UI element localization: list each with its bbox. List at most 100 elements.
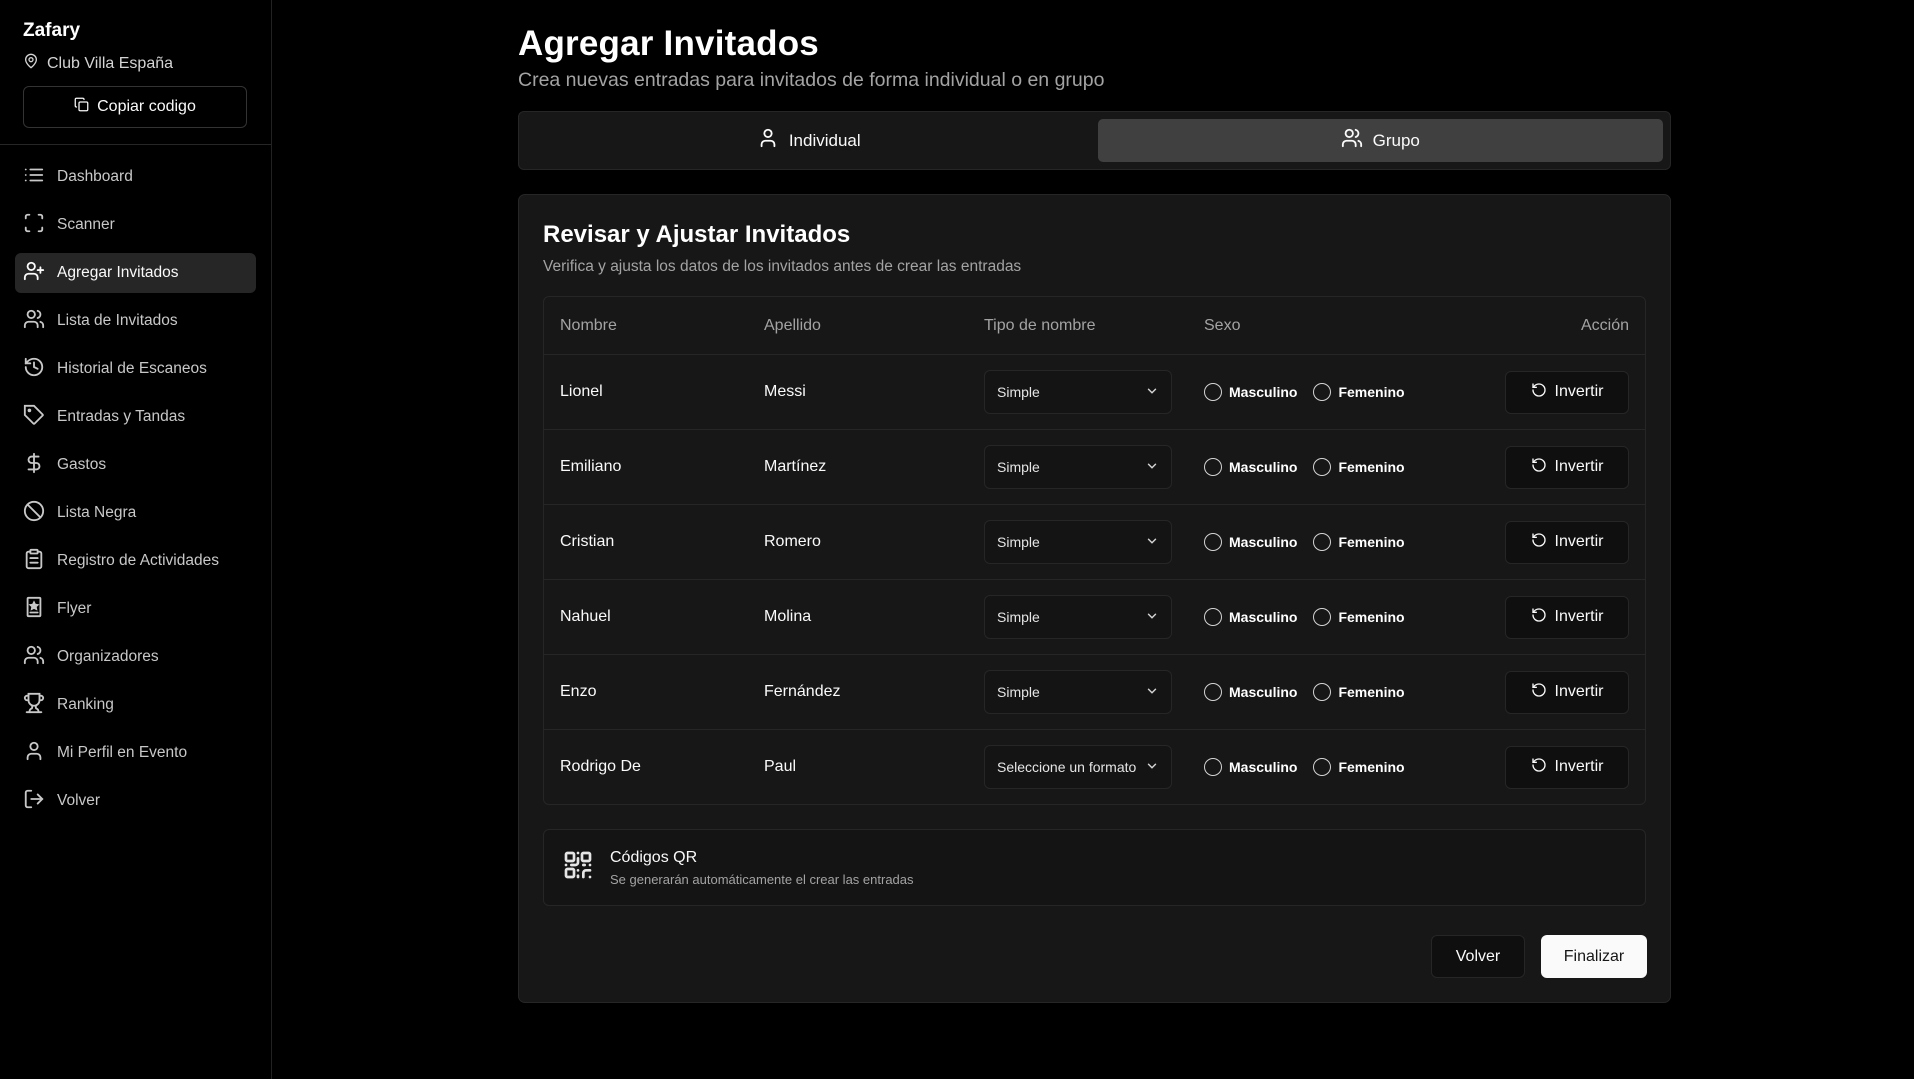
invert-label: Invertir	[1554, 608, 1604, 625]
sidebar: Zafary Club Villa España Copiar codigo D…	[0, 0, 272, 1079]
tab-grupo[interactable]: Grupo	[1097, 119, 1663, 162]
cell-tipo: Simple	[984, 445, 1204, 489]
sidebar-item-flyer[interactable]: Flyer	[15, 589, 256, 629]
cell-sexo: Masculino Femenino	[1204, 608, 1474, 626]
radio-circle[interactable]	[1204, 458, 1222, 476]
sidebar-item-volver[interactable]: Volver	[15, 781, 256, 821]
name-type-select[interactable]: Simple	[984, 595, 1172, 639]
cell-nombre: Rodrigo De	[560, 758, 641, 775]
column-header-tipo: Tipo de nombre	[984, 316, 1096, 334]
radio-label: Masculino	[1229, 384, 1298, 400]
invert-button[interactable]: Invertir	[1505, 445, 1629, 489]
name-type-select[interactable]: Simple	[984, 520, 1172, 564]
sidebar-item-entradas-tandas[interactable]: Entradas y Tandas	[15, 397, 256, 437]
invert-button[interactable]: Invertir	[1505, 745, 1629, 789]
radio-circle[interactable]	[1204, 683, 1222, 701]
sidebar-item-label: Historial de Escaneos	[57, 360, 207, 377]
name-type-select[interactable]: Simple	[984, 445, 1172, 489]
radio-circle[interactable]	[1204, 533, 1222, 551]
radio-femenino[interactable]: Femenino	[1313, 533, 1405, 551]
sidebar-item-registro-actividades[interactable]: Registro de Actividades	[15, 541, 256, 581]
sidebar-item-lista-invitados[interactable]: Lista de Invitados	[15, 301, 256, 341]
radio-circle[interactable]	[1313, 758, 1332, 776]
cell-apellido: Martínez	[764, 458, 827, 475]
rotate-ccw-icon	[1531, 607, 1547, 628]
invert-label: Invertir	[1554, 383, 1604, 400]
invert-button[interactable]: Invertir	[1505, 370, 1629, 414]
invert-button[interactable]: Invertir	[1505, 670, 1629, 714]
table-row: Enzo Fernández Simple Masculino Femenino…	[544, 654, 1645, 729]
radio-label: Femenino	[1338, 534, 1405, 550]
cell-sexo: Masculino Femenino	[1204, 533, 1474, 551]
invert-button[interactable]: Invertir	[1505, 595, 1629, 639]
venue: Club Villa España	[23, 53, 248, 74]
finish-button[interactable]: Finalizar	[1541, 935, 1647, 978]
chevron-down-icon	[1145, 534, 1159, 551]
cell-apellido: Romero	[764, 533, 821, 550]
chevron-down-icon	[1145, 609, 1159, 626]
table-row: Rodrigo De Paul Seleccione un formato Ma…	[544, 729, 1645, 804]
radio-circle[interactable]	[1313, 608, 1332, 626]
name-type-select[interactable]: Simple	[984, 370, 1172, 414]
cell-sexo: Masculino Femenino	[1204, 758, 1474, 776]
cell-apellido: Messi	[764, 383, 806, 400]
radio-circle[interactable]	[1313, 458, 1332, 476]
sidebar-item-scanner[interactable]: Scanner	[15, 205, 256, 245]
radio-circle[interactable]	[1204, 608, 1222, 626]
users-icon	[1341, 127, 1363, 154]
review-card: Revisar y Ajustar Invitados Verifica y a…	[518, 194, 1671, 1003]
sidebar-item-mi-perfil[interactable]: Mi Perfil en Evento	[15, 733, 256, 773]
chevron-down-icon	[1145, 759, 1159, 776]
invert-label: Invertir	[1554, 458, 1604, 475]
sidebar-item-lista-negra[interactable]: Lista Negra	[15, 493, 256, 533]
logout-icon	[23, 788, 45, 815]
name-type-select[interactable]: Simple	[984, 670, 1172, 714]
sidebar-item-organizadores[interactable]: Organizadores	[15, 637, 256, 677]
select-value: Simple	[997, 609, 1040, 625]
sidebar-item-label: Volver	[57, 792, 101, 809]
back-button[interactable]: Volver	[1431, 935, 1525, 978]
invert-button[interactable]: Invertir	[1505, 520, 1629, 564]
sidebar-item-label: Organizadores	[57, 648, 159, 665]
sidebar-item-gastos[interactable]: Gastos	[15, 445, 256, 485]
radio-femenino[interactable]: Femenino	[1313, 758, 1405, 776]
tab-label: Grupo	[1372, 130, 1420, 150]
radio-masculino[interactable]: Masculino	[1204, 758, 1297, 776]
radio-circle[interactable]	[1204, 758, 1222, 776]
radio-circle[interactable]	[1313, 383, 1332, 401]
sidebar-item-label: Mi Perfil en Evento	[57, 744, 188, 761]
sidebar-item-historial-escaneos[interactable]: Historial de Escaneos	[15, 349, 256, 389]
sidebar-item-agregar-invitados[interactable]: Agregar Invitados	[15, 253, 256, 293]
cell-sexo: Masculino Femenino	[1204, 458, 1474, 476]
radio-masculino[interactable]: Masculino	[1204, 458, 1297, 476]
radio-femenino[interactable]: Femenino	[1313, 608, 1405, 626]
sidebar-nav: Dashboard Scanner Agregar Invitados List…	[0, 145, 271, 833]
name-type-select[interactable]: Seleccione un formato	[984, 745, 1172, 789]
sidebar-item-ranking[interactable]: Ranking	[15, 685, 256, 725]
radio-femenino[interactable]: Femenino	[1313, 383, 1405, 401]
dollar-icon	[23, 452, 45, 479]
column-header-sexo: Sexo	[1204, 316, 1241, 334]
radio-circle[interactable]	[1313, 683, 1332, 701]
page-title: Agregar Invitados	[518, 24, 819, 63]
radio-masculino[interactable]: Masculino	[1204, 533, 1297, 551]
guests-table: Nombre Apellido Tipo de nombre Sexo Acci…	[543, 296, 1646, 805]
copy-code-button[interactable]: Copiar codigo	[23, 86, 247, 128]
column-header-apellido: Apellido	[764, 316, 821, 334]
chevron-down-icon	[1145, 684, 1159, 701]
radio-circle[interactable]	[1313, 533, 1332, 551]
map-pin-icon	[23, 53, 39, 74]
radio-masculino[interactable]: Masculino	[1204, 383, 1297, 401]
list-icon	[23, 164, 45, 191]
radio-masculino[interactable]: Masculino	[1204, 683, 1297, 701]
rotate-ccw-icon	[1531, 757, 1547, 778]
sidebar-item-dashboard[interactable]: Dashboard	[15, 157, 256, 197]
tab-individual[interactable]: Individual	[526, 119, 1092, 162]
radio-masculino[interactable]: Masculino	[1204, 608, 1297, 626]
radio-femenino[interactable]: Femenino	[1313, 683, 1405, 701]
radio-femenino[interactable]: Femenino	[1313, 458, 1405, 476]
cell-apellido: Paul	[764, 758, 797, 775]
cell-accion: Invertir	[1474, 670, 1645, 714]
radio-circle[interactable]	[1204, 383, 1222, 401]
invert-label: Invertir	[1554, 683, 1604, 700]
